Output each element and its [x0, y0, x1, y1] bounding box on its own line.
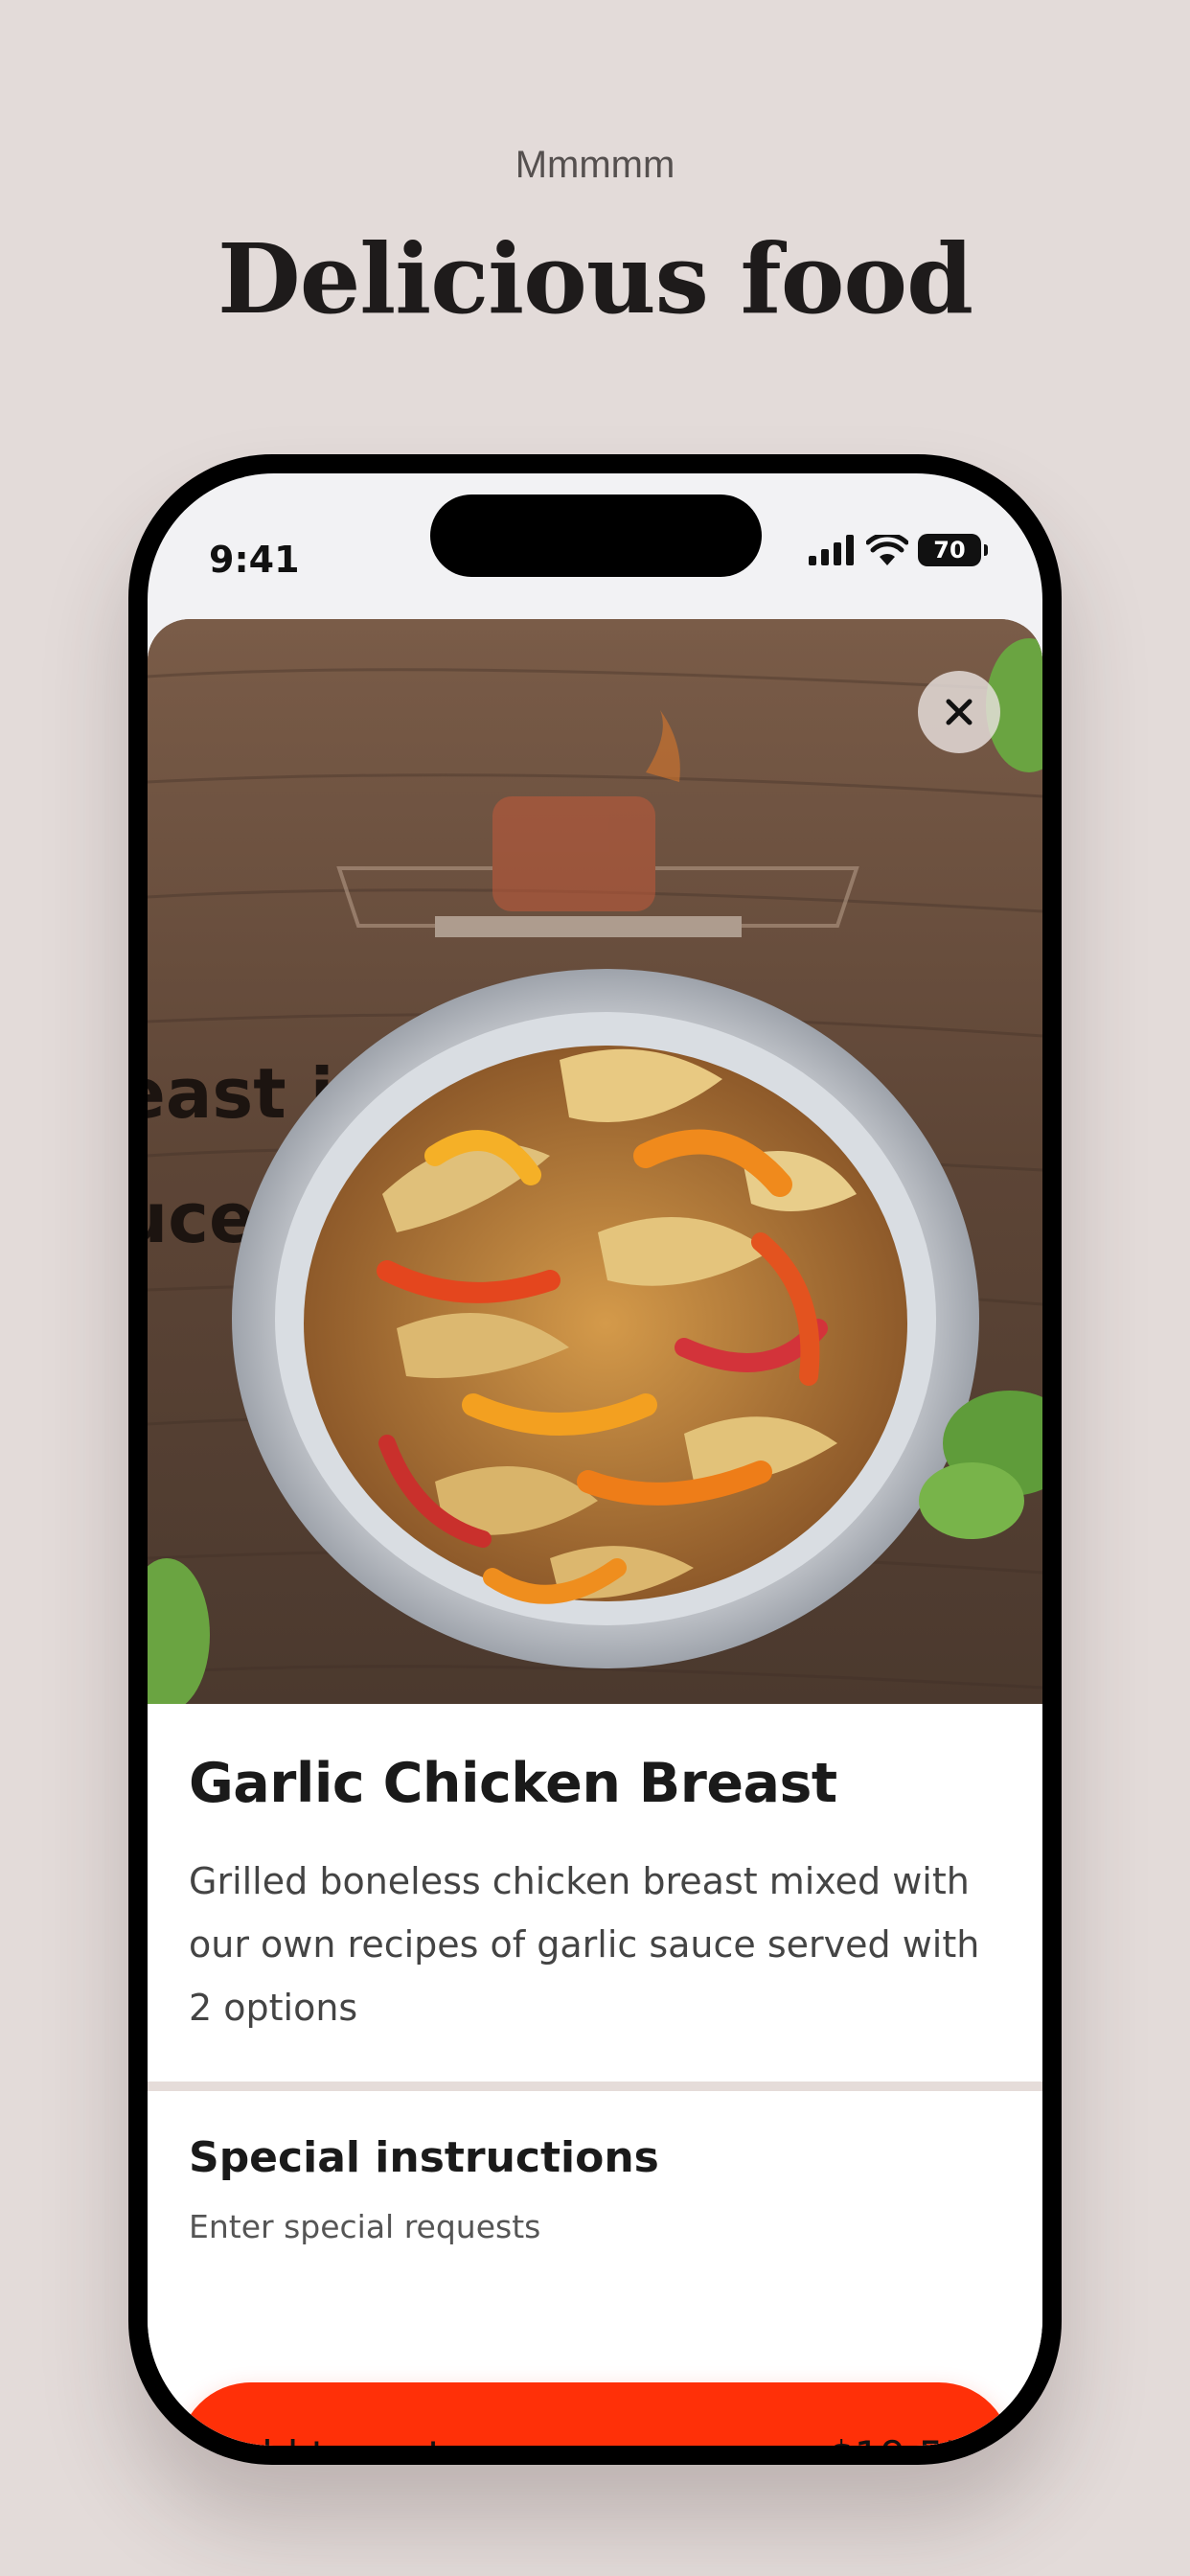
item-title: Garlic Chicken Breast [189, 1752, 837, 1815]
close-button[interactable] [918, 671, 1000, 753]
status-time: 9:41 [209, 539, 300, 581]
section-divider [148, 2082, 1042, 2091]
food-photo-illustration: east in uce [148, 619, 1042, 1704]
add-to-cart-button[interactable]: Add to cart $19.55 [178, 2382, 1012, 2446]
item-sheet: east in uce [148, 619, 1042, 2446]
special-instructions-input[interactable] [189, 2208, 994, 2245]
battery-icon: 70 [918, 534, 988, 566]
cart-price: $19.55 [829, 2432, 970, 2447]
special-instructions-title: Special instructions [189, 2133, 659, 2182]
status-icons: 70 [809, 531, 988, 569]
food-photo: east in uce [148, 619, 1042, 1704]
svg-text:uce: uce [148, 1178, 256, 1258]
close-icon [946, 699, 973, 725]
phone-frame: 9:41 70 ast ce Garlic Chicken Breast Gri… [128, 454, 1062, 2465]
wifi-icon [866, 535, 908, 565]
dynamic-island [430, 494, 762, 577]
item-description: Grilled boneless chicken breast mixed wi… [189, 1860, 980, 2029]
eyebrow-text: Mmmmm [515, 144, 675, 186]
cellular-signal-icon [809, 535, 854, 565]
phone-screen: 9:41 70 ast ce Garlic Chicken Breast Gri… [148, 473, 1042, 2446]
add-to-cart-label: Add to cart [220, 2432, 444, 2447]
headline: Delicious food [217, 222, 973, 335]
